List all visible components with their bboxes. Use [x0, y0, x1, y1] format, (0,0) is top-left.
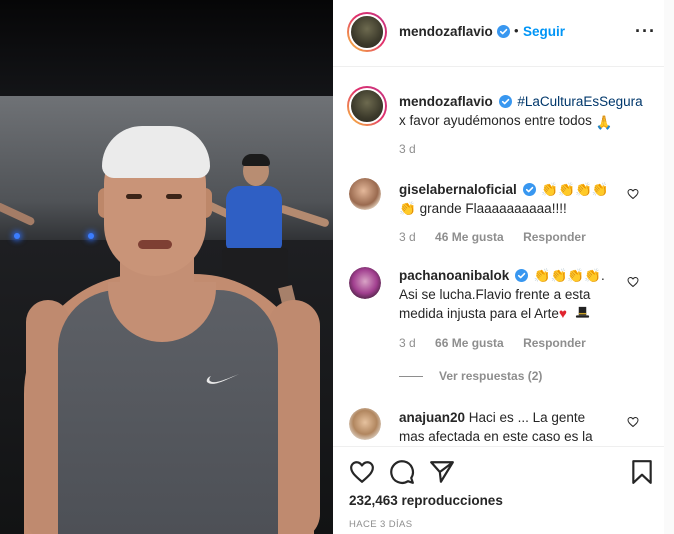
action-bar: 232,463 reproducciones HACE 3 DÍAS	[333, 446, 664, 534]
caption-time: 3 d	[399, 142, 416, 156]
comment-item: anajuan20 Haci es ... La gente mas afect…	[399, 408, 631, 446]
comment-like-heart-icon[interactable]	[627, 416, 639, 428]
verified-icon	[522, 183, 536, 196]
comment-item: pachanoanibalok 👏👏👏👏. Asi se lucha.Flavi…	[399, 266, 631, 323]
author-username[interactable]: mendozaflavio	[399, 24, 493, 39]
heart-icon[interactable]	[349, 459, 375, 485]
post-header: mendozaflavio • Seguir ···	[333, 0, 664, 67]
comment-text-line3: medida injusta para el Arte	[399, 306, 559, 321]
post-video[interactable]	[0, 0, 333, 534]
instagram-post-window: mendozaflavio • Seguir ··· mendozaflavio…	[0, 0, 674, 534]
comment-username[interactable]: pachanoanibalok	[399, 268, 509, 283]
view-replies-label[interactable]: Ver respuestas (2)	[439, 369, 542, 383]
comment-icon[interactable]	[389, 459, 415, 485]
verified-icon	[497, 25, 510, 38]
pray-emoji: 🙏	[595, 115, 613, 130]
comment-item: giselabernaloficial 👏👏👏👏 👏 grande Flaaaa…	[399, 180, 631, 218]
heart-emoji: ♥	[558, 306, 567, 321]
avatar[interactable]	[349, 178, 381, 210]
comment-time: 3 d	[399, 230, 416, 244]
comment-text: Asi se lucha.Flavio frente a esta	[399, 287, 591, 302]
verified-icon	[515, 269, 529, 282]
reply-button[interactable]: Responder	[523, 230, 586, 244]
more-options-icon[interactable]: ···	[635, 22, 656, 40]
comment-likes[interactable]: 46 Me gusta	[435, 230, 504, 244]
caption-text: x favor ayudémonos entre todos	[399, 113, 592, 128]
view-count[interactable]: 232,463 reproducciones	[349, 493, 503, 508]
clap-emojis: 👏👏👏👏	[541, 182, 609, 197]
bookmark-icon[interactable]	[629, 459, 655, 485]
clap-emoji: 👏	[399, 201, 416, 216]
comment-time: 3 d	[399, 336, 416, 350]
replies-divider	[399, 376, 423, 378]
follow-button[interactable]: Seguir	[523, 24, 565, 39]
clap-emojis: 👏👏👏👏.	[533, 268, 605, 283]
nike-swoosh-icon	[206, 374, 239, 384]
hashtag-link[interactable]: #LaCulturaEsSegura	[517, 94, 642, 109]
caption-avatar[interactable]	[347, 86, 387, 126]
reply-button[interactable]: Responder	[523, 336, 586, 350]
post-sidebar: mendozaflavio • Seguir ··· mendozaflavio…	[333, 0, 664, 534]
comment-text: grande Flaaaaaaaaaa!!!!	[419, 201, 567, 216]
separator-dot: •	[514, 23, 519, 38]
tophat-icon	[575, 306, 589, 318]
comment-username[interactable]: giselabernaloficial	[399, 182, 517, 197]
comment-likes[interactable]: 66 Me gusta	[435, 336, 504, 350]
avatar[interactable]	[349, 408, 381, 440]
comment-like-heart-icon[interactable]	[627, 276, 639, 288]
comment-text: Haci es ... La gente	[468, 410, 586, 425]
comment-text-line2: mas afectada en este caso es la	[399, 429, 593, 444]
caption-meta: 3 d	[399, 142, 432, 156]
comment-meta: 3 d 46 Me gusta Responder	[399, 230, 602, 244]
post-timestamp: HACE 3 DÍAS	[349, 519, 413, 530]
comment-meta: 3 d 66 Me gusta Responder	[399, 336, 602, 350]
comment-like-heart-icon[interactable]	[627, 188, 639, 200]
caption: mendozaflavio #LaCulturaEsSegura x favor…	[399, 92, 651, 132]
share-icon[interactable]	[429, 459, 455, 485]
avatar[interactable]	[349, 267, 381, 299]
avatar[interactable]	[347, 12, 387, 52]
comment-username[interactable]: anajuan20	[399, 410, 465, 425]
verified-icon	[498, 95, 512, 108]
window-edge	[664, 0, 674, 534]
caption-username[interactable]: mendozaflavio	[399, 94, 493, 109]
view-replies-button[interactable]: Ver respuestas (2)	[399, 369, 542, 383]
